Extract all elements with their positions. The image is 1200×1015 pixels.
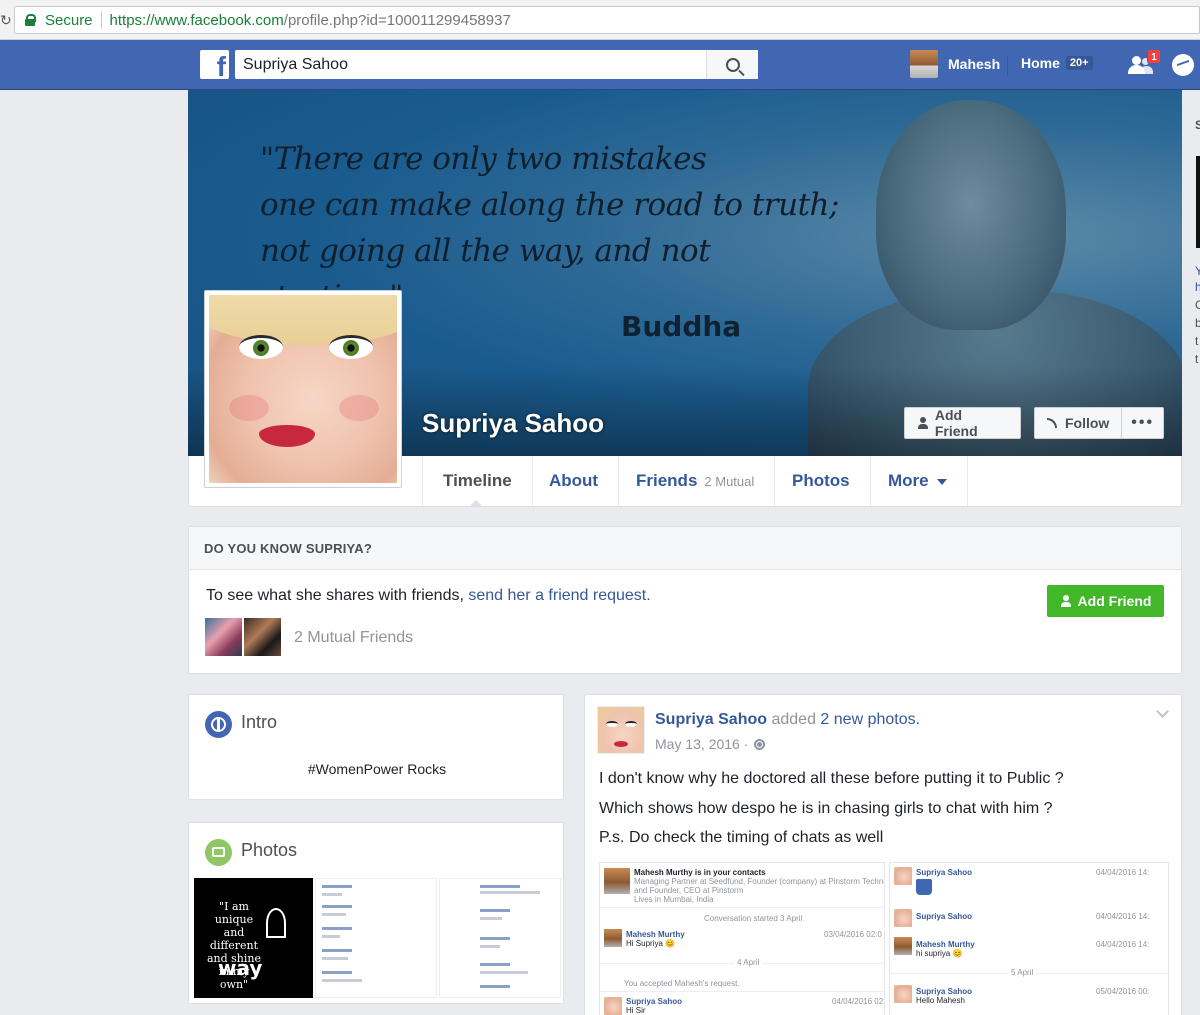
facebook-header: f Mahesh Home 20+ 1 <box>0 40 1200 90</box>
post-photo[interactable]: Mahesh Murthy is in your contacts Managi… <box>599 862 885 1015</box>
post-options-chevron-icon[interactable] <box>1156 705 1169 718</box>
tab-more[interactable]: More <box>868 456 968 506</box>
search-bar <box>235 50 758 79</box>
post-text-line: I don't know why he doctored all these b… <box>599 770 1064 787</box>
globe-icon <box>205 711 232 738</box>
add-friend-icon <box>1060 595 1072 607</box>
post-photos-link[interactable]: 2 new photos. <box>820 711 920 728</box>
know-text: To see what she shares with friends, sen… <box>206 587 651 604</box>
card-title: DO YOU KNOW SUPRIYA? <box>189 527 1181 570</box>
do-you-know-card: DO YOU KNOW SUPRIYA? To see what she sha… <box>188 526 1182 674</box>
more-options-button[interactable]: ••• <box>1122 414 1163 432</box>
post-timestamp[interactable]: May 13, 2016 · <box>655 736 748 752</box>
profile-name[interactable]: Supriya Sahoo <box>422 408 604 439</box>
timeline-post: Supriya Sahoo added 2 new photos. May 13… <box>584 694 1182 1015</box>
intro-card: Intro #WomenPower Rocks <box>188 694 564 800</box>
mutual-friend-photo[interactable] <box>205 618 242 656</box>
follow-icon <box>1047 418 1057 428</box>
tab-timeline[interactable]: Timeline <box>422 456 533 507</box>
reload-icon[interactable]: ↻ <box>0 12 12 29</box>
home-count-badge: 20+ <box>1065 56 1093 70</box>
friend-requests-badge: 1 <box>1147 49 1161 64</box>
divider <box>100 11 102 29</box>
right-sidebar-clipped: S Y h C b t t <box>1182 90 1200 1015</box>
header-divider <box>1007 56 1008 76</box>
browser-address-bar: ↻ Secure https://www.facebook.com/profil… <box>0 0 1200 40</box>
post-photo[interactable]: Supriya Sahoo 04/04/2016 14: Supriya Sah… <box>889 862 1169 1015</box>
add-friend-button-green[interactable]: Add Friend <box>1047 585 1164 617</box>
tab-friends[interactable]: Friends 2 Mutual <box>616 456 776 506</box>
follow-button[interactable]: Follow <box>1035 408 1123 438</box>
buddha-statue-head <box>876 100 1066 330</box>
public-audience-icon[interactable] <box>754 738 766 750</box>
mutual-friend-photo[interactable] <box>244 618 281 656</box>
add-friend-button[interactable]: Add Friend <box>904 407 1021 439</box>
secure-label: Secure <box>45 11 93 29</box>
chevron-down-icon <box>936 479 947 485</box>
post-photos: Mahesh Murthy is in your contacts Managi… <box>599 862 1169 1015</box>
post-header: Supriya Sahoo added 2 new photos. <box>655 711 921 728</box>
facebook-logo[interactable]: f <box>200 50 229 79</box>
send-friend-request-link[interactable]: send her a friend request. <box>468 587 650 604</box>
intro-title: Intro <box>241 712 278 732</box>
profile-picture[interactable] <box>204 290 402 488</box>
url-host: https://www.facebook.com <box>109 11 284 29</box>
post-author-name[interactable]: Supriya Sahoo <box>655 711 767 728</box>
tab-photos[interactable]: Photos <box>772 456 871 506</box>
add-friend-icon <box>917 417 929 429</box>
photos-title[interactable]: Photos <box>241 840 297 861</box>
avatar <box>910 50 938 78</box>
search-button[interactable] <box>706 50 758 79</box>
url-field[interactable]: Secure https://www.facebook.com/profile.… <box>14 6 1200 34</box>
lock-icon <box>25 14 36 26</box>
post-text-line: P.s. Do check the timing of chats as wel… <box>599 829 884 846</box>
mutual-friends-thumbnails[interactable] <box>205 618 282 656</box>
photo-thumbnail[interactable] <box>315 878 437 998</box>
like-thumb-icon <box>916 879 932 895</box>
mutual-friends-link[interactable]: 2 Mutual Friends <box>294 629 413 647</box>
home-link[interactable]: Home 20+ <box>1021 55 1093 71</box>
cover-quote-author: Buddha <box>621 310 742 343</box>
photos-card: Photos "I am unique and different and sh… <box>188 822 564 1004</box>
messenger-icon[interactable] <box>1172 54 1194 76</box>
post-author-avatar[interactable] <box>597 706 645 754</box>
photo-grid: "I am unique and different and shine in … <box>194 878 562 998</box>
follow-button-group: Follow ••• <box>1034 407 1164 439</box>
tab-about[interactable]: About <box>529 456 620 506</box>
photo-thumbnail[interactable]: "I am unique and different and shine in … <box>194 878 313 998</box>
header-user-name: Mahesh <box>948 56 1001 72</box>
intro-bio: #WomenPower Rocks <box>307 761 447 777</box>
url-path: /profile.php?id=100011299458937 <box>283 11 511 29</box>
photos-icon <box>205 839 232 866</box>
post-text-line: Which shows how despo he is in chasing g… <box>599 800 1053 817</box>
home-label: Home <box>1021 55 1060 71</box>
photo-thumbnail[interactable] <box>439 878 561 998</box>
sidebar-ad-image[interactable] <box>1196 156 1200 248</box>
search-icon <box>725 57 740 72</box>
header-profile-link[interactable]: Mahesh <box>910 50 1000 78</box>
mutual-count: 2 Mutual <box>704 473 755 489</box>
post-date: May 13, 2016 · <box>655 736 766 752</box>
search-input[interactable] <box>235 51 706 78</box>
